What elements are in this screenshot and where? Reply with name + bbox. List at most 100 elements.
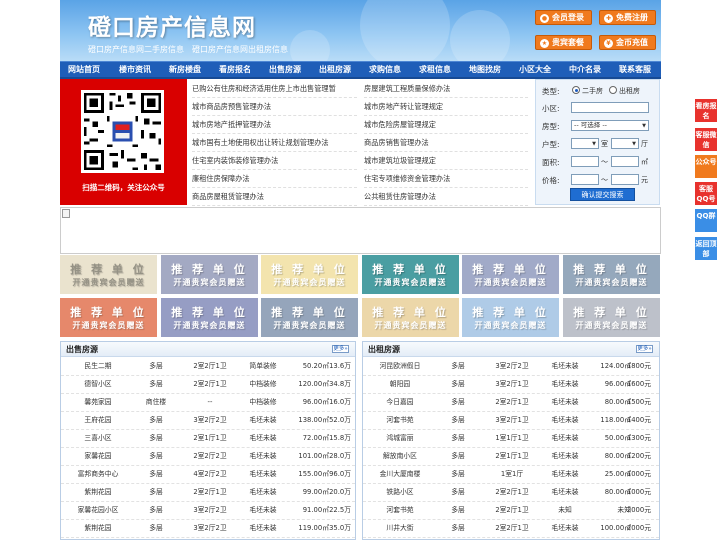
news-link[interactable]: 城市房地产转让管理规定 <box>364 98 528 116</box>
news-link[interactable]: 住宅专项维修资金管理办法 <box>364 170 528 188</box>
nav-map-search[interactable]: 地图找房 <box>469 62 501 78</box>
news-link[interactable]: 商品房销售管理办法 <box>364 134 528 152</box>
listing-community[interactable]: 王府花园 <box>65 412 131 429</box>
listing-community[interactable]: 富邦商务中心 <box>65 466 131 483</box>
recommend-slot[interactable]: 推 荐 单 位开通贵宾会员赠送 <box>161 298 258 337</box>
listing-row[interactable]: 金川大厦南楼 多层 1室1厅 毛坯未装 25.00㎡ 1000元 <box>363 466 659 484</box>
news-link[interactable]: 城市危险房屋管理规定 <box>364 116 528 134</box>
nav-wanted-rent[interactable]: 求租信息 <box>419 62 451 78</box>
recommend-slot[interactable]: 推 荐 单 位开通贵宾会员赠送 <box>161 255 258 294</box>
rooms-select[interactable]: ▼ <box>571 138 599 149</box>
listing-community[interactable]: 河昆欧洲假日 <box>367 358 433 375</box>
login-button[interactable]: ● 会员登录 <box>535 10 592 25</box>
news-link[interactable]: 城市商品房预售管理办法 <box>192 98 357 116</box>
news-link[interactable]: 商品房屋租赁管理办法 <box>192 188 357 206</box>
listing-community[interactable]: 紫荆花园 <box>65 520 131 537</box>
housetype-select[interactable]: -- 可选择 -- ▼ <box>571 120 649 131</box>
listing-community[interactable]: 河套书苑 <box>367 412 433 429</box>
listing-community[interactable]: 解放南小区 <box>367 448 433 465</box>
listing-row[interactable]: 河套书苑 多层 2室2厅1卫 未知 未知 2000元 <box>363 502 659 520</box>
listing-community[interactable]: 铁路小区 <box>367 484 433 501</box>
rent-more-link[interactable]: 更多» <box>636 345 653 353</box>
listing-row[interactable]: 德智小区 多层 2室2厅1卫 中档装修 120.00㎡ 34.8万 <box>61 376 355 394</box>
listing-row[interactable]: 家馨花园小区 多层 3室2厅2卫 毛坯未装 91.00㎡ 22.5万 <box>61 502 355 520</box>
recommend-slot[interactable]: 推 荐 单 位开通贵宾会员赠送 <box>462 298 559 337</box>
listing-row[interactable]: 王府花园 多层 3室2厅2卫 毛坯未装 138.00㎡ 52.0万 <box>61 412 355 430</box>
listing-row[interactable]: 馨苑家园 商住楼 -- 中档装修 96.00㎡ 16.0万 <box>61 394 355 412</box>
listing-community[interactable]: 民生二期 <box>65 358 131 375</box>
listing-row[interactable]: 川井大街 多层 2室2厅1卫 毛坯未装 100.00㎡ 2000元 <box>363 520 659 538</box>
ad-banner[interactable] <box>60 207 661 254</box>
news-link[interactable]: 廉租住房保障办法 <box>192 170 357 188</box>
side-wechat[interactable]: 客服微信 <box>695 128 717 151</box>
listing-community[interactable]: 家馨花园 <box>65 448 131 465</box>
news-link[interactable]: 城市国有土地使用权出让转让规划管理办法 <box>192 134 357 152</box>
listing-row[interactable]: 富邦商务中心 多层 4室2厅2卫 毛坯未装 155.00㎡ 96.0万 <box>61 466 355 484</box>
news-link[interactable]: 公共租赁住房管理办法 <box>364 188 528 206</box>
recommend-slot[interactable]: 推 荐 单 位开通贵宾会员赠送 <box>261 298 358 337</box>
listing-community[interactable]: 馨苑家园 <box>65 394 131 411</box>
listing-community[interactable]: 朝阳园 <box>367 376 433 393</box>
sale-more-link[interactable]: 更多» <box>332 345 349 353</box>
listing-row[interactable]: 解放南小区 多层 2室1厅1卫 毛坯未装 80.00㎡ 1200元 <box>363 448 659 466</box>
nav-home[interactable]: 网站首页 <box>68 62 100 78</box>
listing-community[interactable]: 金川大厦南楼 <box>367 466 433 483</box>
listing-row[interactable]: 河套书苑 多层 3室2厅1卫 毛坯未装 118.00㎡ 1400元 <box>363 412 659 430</box>
price-max-input[interactable] <box>611 174 639 185</box>
news-link[interactable]: 城市房地产抵押管理办法 <box>192 116 357 134</box>
news-link[interactable]: 住宅室内装饰装修管理办法 <box>192 152 357 170</box>
side-qq-group[interactable]: QQ群 <box>695 209 717 232</box>
community-input[interactable] <box>571 102 649 113</box>
recommend-slot[interactable]: 推 荐 单 位开通贵宾会员赠送 <box>563 298 660 337</box>
listing-community[interactable]: 鸿城富丽 <box>367 430 433 447</box>
listing-row[interactable]: 紫荆花园 多层 3室2厅2卫 毛坯未装 119.00㎡ 35.0万 <box>61 520 355 538</box>
radio-rental[interactable] <box>609 86 617 94</box>
news-link[interactable]: 城市建筑垃圾管理规定 <box>364 152 528 170</box>
nav-for-rent[interactable]: 出租房源 <box>319 62 351 78</box>
listing-community[interactable]: 三喜小区 <box>65 430 131 447</box>
halls-select[interactable]: ▼ <box>611 138 639 149</box>
side-back-to-top[interactable]: 返回顶部 <box>695 237 717 260</box>
area-min-input[interactable] <box>571 156 599 167</box>
listing-row[interactable]: 三喜小区 多层 2室1厅1卫 毛坯未装 72.00㎡ 15.8万 <box>61 430 355 448</box>
news-link[interactable]: 已购公有住房和经济适用住房上市出售管理暂 <box>192 80 357 98</box>
recommend-slot[interactable]: 推 荐 单 位开通贵宾会员赠送 <box>462 255 559 294</box>
register-button[interactable]: ✚ 免费注册 <box>599 10 656 25</box>
recommend-slot[interactable]: 推 荐 单 位开通贵宾会员赠送 <box>60 298 157 337</box>
radio-second-hand[interactable] <box>572 86 580 94</box>
listing-row[interactable]: 今日嘉园 多层 2室2厅1卫 毛坯未装 80.00㎡ 1500元 <box>363 394 659 412</box>
listing-row[interactable]: 紫荆花园 多层 2室2厅1卫 毛坯未装 99.00㎡ 20.0万 <box>61 484 355 502</box>
recommend-slot[interactable]: 推 荐 单 位开通贵宾会员赠送 <box>60 255 157 294</box>
side-viewing-signup[interactable]: 看房报名 <box>695 99 717 122</box>
vip-package-button[interactable]: ★ 贵宾套餐 <box>535 35 592 50</box>
listing-row[interactable]: 民生二期 多层 2室2厅1卫 简单装修 50.20㎡ 13.6万 <box>61 358 355 376</box>
listing-row[interactable]: 家馨花园 多层 2室2厅2卫 毛坯未装 101.00㎡ 28.0万 <box>61 448 355 466</box>
listing-row[interactable]: 鸿城富丽 多层 1室1厅1卫 毛坯未装 50.00㎡ 1300元 <box>363 430 659 448</box>
nav-for-sale[interactable]: 出售房源 <box>269 62 301 78</box>
nav-support[interactable]: 联系客服 <box>619 62 651 78</box>
listing-row[interactable]: 铁路小区 多层 2室2厅1卫 毛坯未装 80.00㎡ 1000元 <box>363 484 659 502</box>
recommend-slot[interactable]: 推 荐 单 位开通贵宾会员赠送 <box>563 255 660 294</box>
nav-viewing-signup[interactable]: 看房报名 <box>219 62 251 78</box>
area-max-input[interactable] <box>611 156 639 167</box>
nav-communities[interactable]: 小区大全 <box>519 62 551 78</box>
nav-wanted-buy[interactable]: 求购信息 <box>369 62 401 78</box>
listing-community[interactable]: 德智小区 <box>65 376 131 393</box>
side-qq[interactable]: 客服QQ号 <box>695 182 717 205</box>
listing-community[interactable]: 川井大街 <box>367 520 433 537</box>
news-link[interactable]: 房屋建筑工程质量保修办法 <box>364 80 528 98</box>
side-official-account[interactable]: 公众号 <box>695 155 717 178</box>
search-submit-button[interactable]: 确认提交搜索 <box>570 188 635 201</box>
listing-community[interactable]: 家馨花园小区 <box>65 502 131 519</box>
nav-new-homes[interactable]: 新房楼盘 <box>169 62 201 78</box>
listing-community[interactable]: 河套书苑 <box>367 502 433 519</box>
recommend-slot[interactable]: 推 荐 单 位开通贵宾会员赠送 <box>261 255 358 294</box>
listing-community[interactable]: 今日嘉园 <box>367 394 433 411</box>
listing-community[interactable]: 紫荆花园 <box>65 484 131 501</box>
nav-news[interactable]: 楼市资讯 <box>119 62 151 78</box>
price-min-input[interactable] <box>571 174 599 185</box>
recharge-button[interactable]: ¥ 金币充值 <box>599 35 656 50</box>
recommend-slot[interactable]: 推 荐 单 位开通贵宾会员赠送 <box>362 298 459 337</box>
listing-row[interactable]: 朝阳园 多层 3室2厅1卫 毛坯未装 96.00㎡ 1600元 <box>363 376 659 394</box>
nav-agencies[interactable]: 中介名录 <box>569 62 601 78</box>
